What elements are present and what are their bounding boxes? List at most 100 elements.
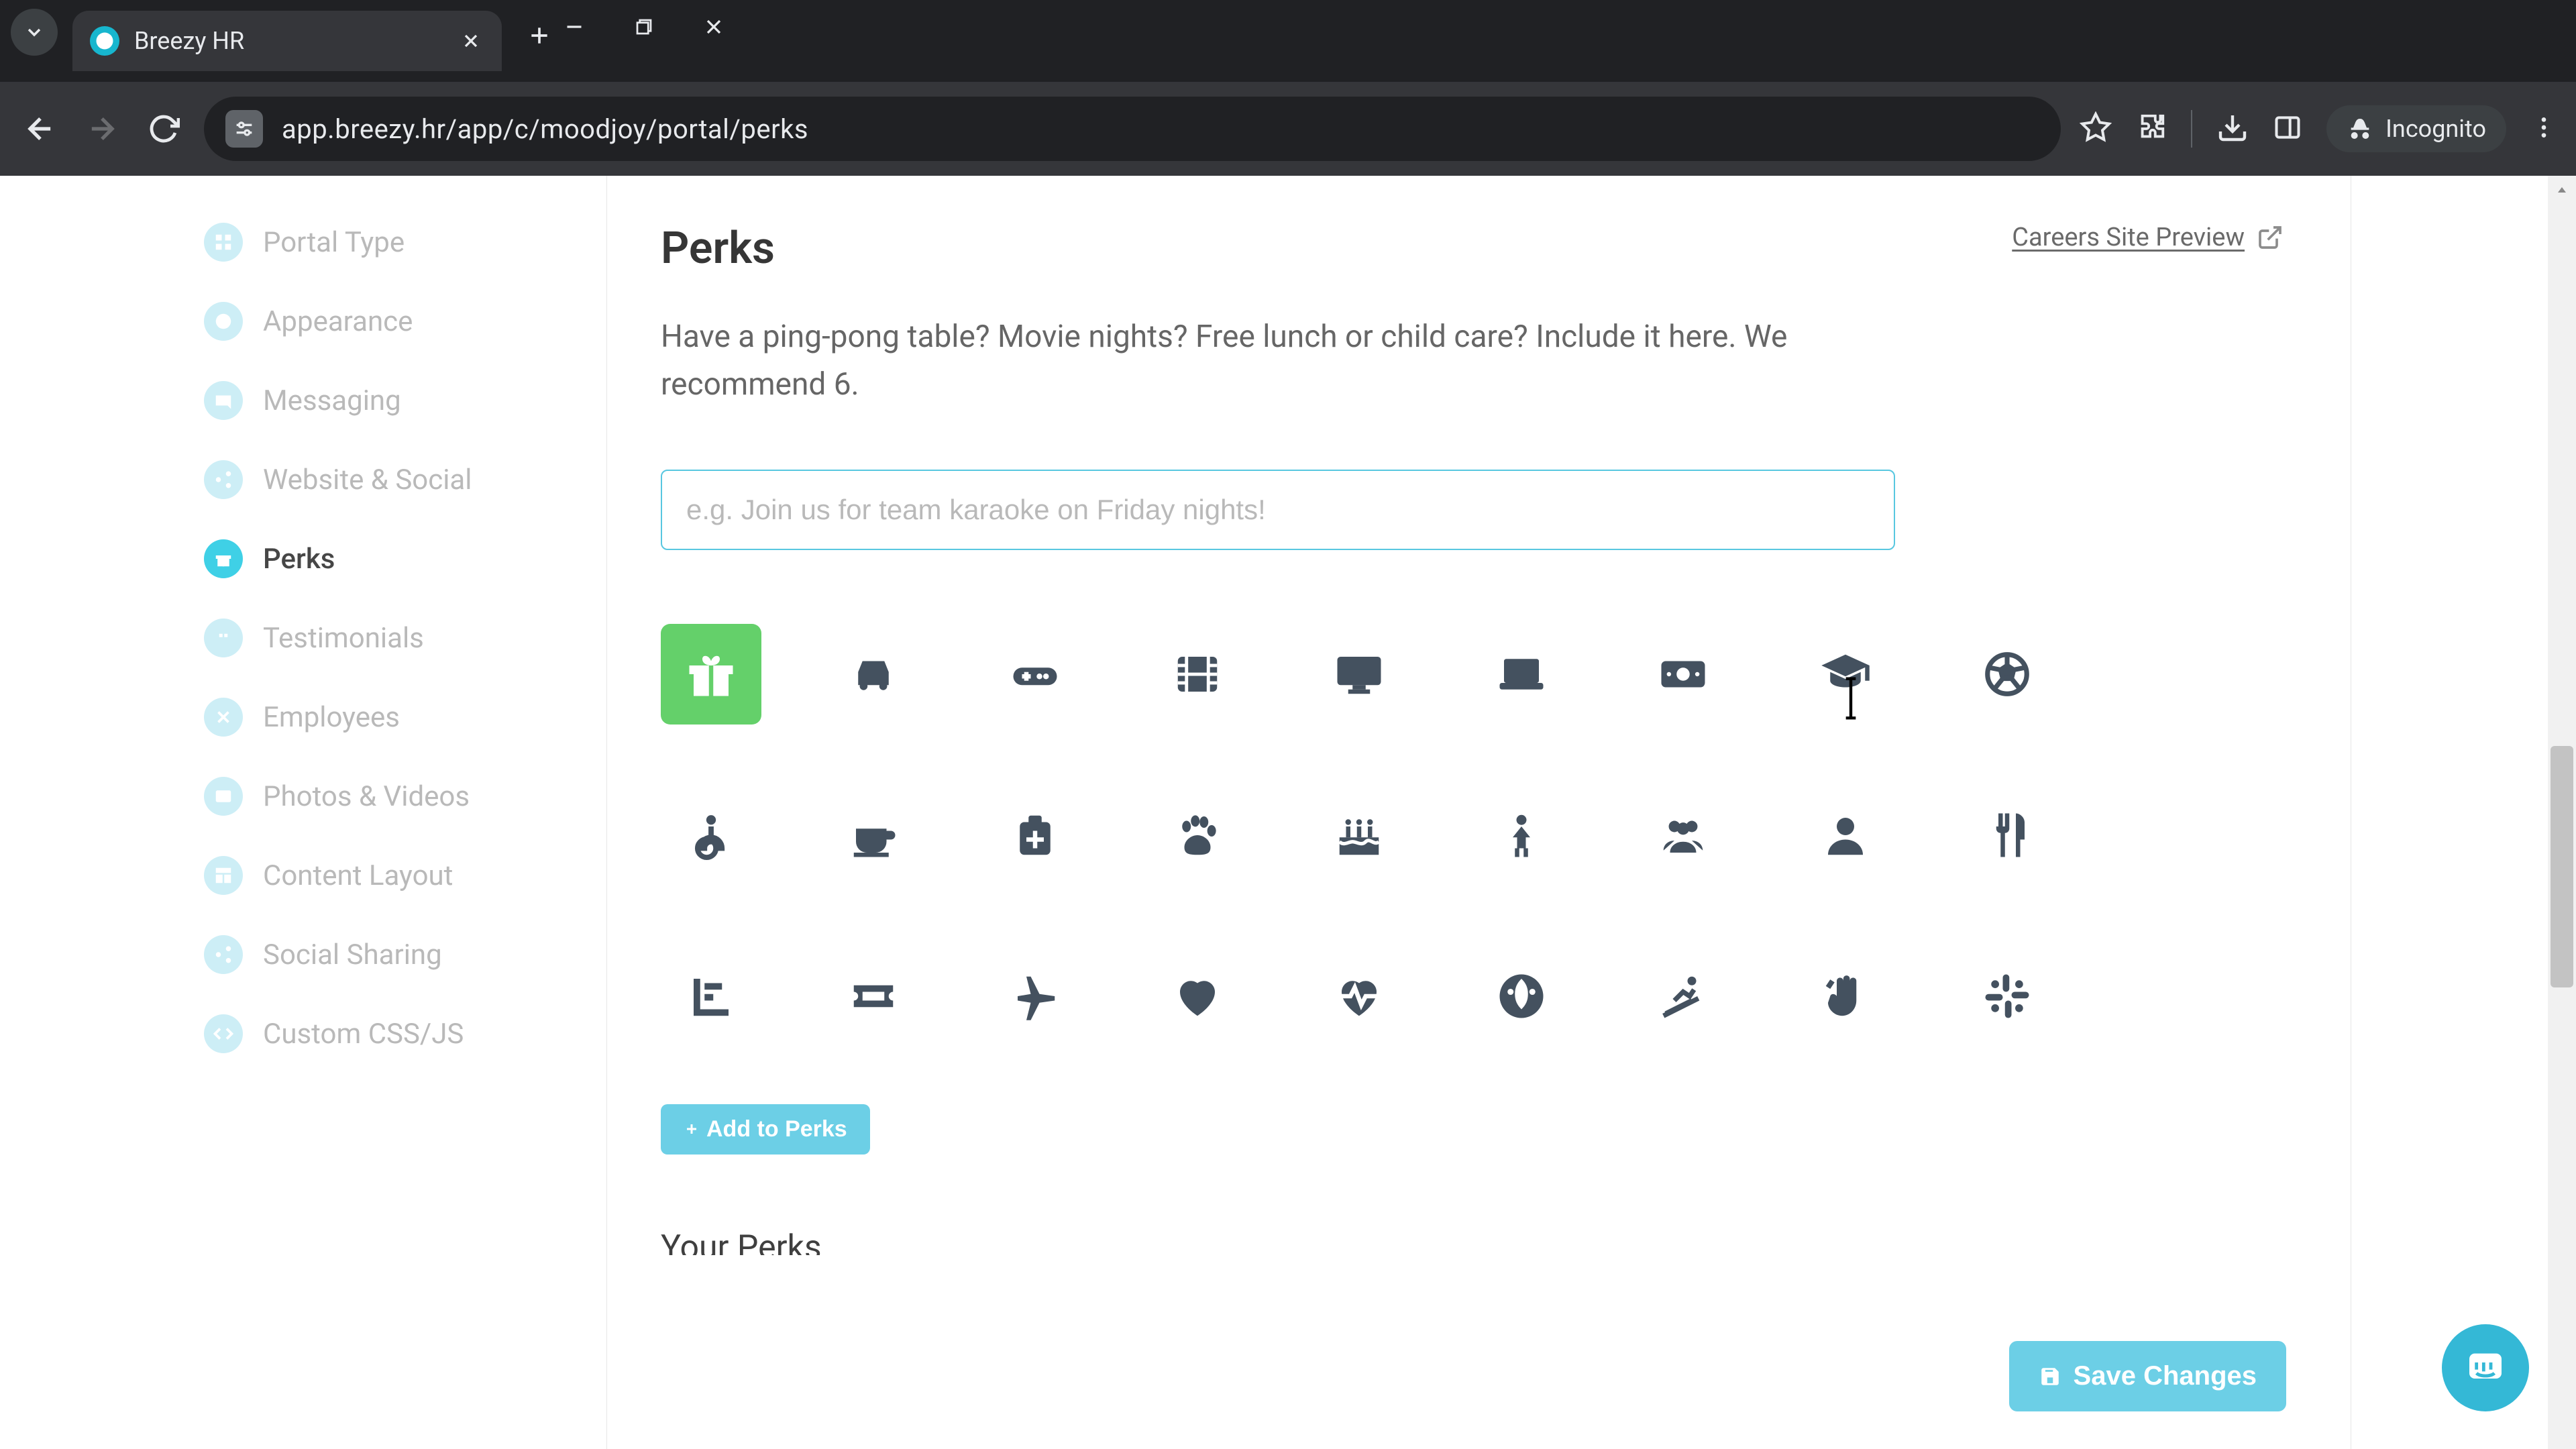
perk-icon-rebel[interactable] [1471,946,1572,1046]
back-button[interactable] [19,107,62,150]
sidebar-item-testimonials[interactable]: Testimonials [204,598,574,678]
sidebar-item-label: Social Sharing [263,938,442,971]
sidebar-item-label: Testimonials [263,622,424,655]
bookmark-button[interactable] [2080,111,2112,146]
chevron-down-icon [23,21,45,43]
text-cursor-icon [1836,676,1866,720]
sidebar: Portal Type Appearance Messaging Website… [201,176,607,1449]
sidepanel-icon [2273,113,2302,142]
sidebar-item-employees[interactable]: Employees [204,678,574,757]
sidepanel-button[interactable] [2273,113,2302,145]
page-title: Perks [661,223,775,274]
sidebar-item-messaging[interactable]: Messaging [204,361,574,440]
perk-icon-utensils[interactable] [1957,785,2057,885]
perk-icon-group[interactable] [1633,785,1733,885]
save-changes-button[interactable]: Save Changes [2009,1341,2286,1411]
close-icon [460,30,482,52]
save-button-label: Save Changes [2074,1361,2257,1391]
tab-title: Breezy HR [134,27,443,55]
sidebar-item-social-sharing[interactable]: Social Sharing [204,915,574,994]
reload-icon [148,113,180,145]
browser-titlebar: Breezy HR [0,0,2576,82]
sidebar-item-label: Website & Social [263,464,472,496]
perk-icon-medical[interactable] [985,785,1085,885]
perk-icon-coffee[interactable] [823,785,924,885]
add-to-perks-button[interactable]: Add to Perks [661,1104,870,1155]
vertical-scrollbar[interactable] [2548,176,2576,1449]
perk-icon-heartbeat[interactable] [1309,946,1409,1046]
sidebar-item-custom-css-js[interactable]: Custom CSS/JS [204,994,574,1073]
window-minimize-button[interactable] [559,12,589,42]
perk-icon-birthday[interactable] [1309,785,1409,885]
perk-icon-laptop[interactable] [1471,624,1572,724]
sidebar-item-portal-type[interactable]: Portal Type [204,203,574,282]
reload-button[interactable] [142,107,185,150]
x-icon [204,698,243,737]
perk-icon-paw[interactable] [1147,785,1248,885]
sidebar-item-appearance[interactable]: Appearance [204,282,574,361]
perk-icon-skiing[interactable] [1633,946,1733,1046]
forward-button[interactable] [80,107,123,150]
perk-icon-plane[interactable] [985,946,1085,1046]
perk-input[interactable] [661,470,1895,550]
sidebar-item-content-layout[interactable]: Content Layout [204,836,574,915]
perk-icon-child[interactable] [1471,785,1572,885]
perk-icon-heart[interactable] [1147,946,1248,1046]
breezy-favicon [90,26,119,56]
sidebar-item-label: Custom CSS/JS [263,1018,464,1051]
grid-icon [204,223,243,262]
address-bar[interactable]: app.breezy.hr/app/c/moodjoy/portal/perks [204,97,2061,161]
perk-icon-desktop[interactable] [1309,624,1409,724]
sidebar-item-label: Content Layout [263,859,453,892]
perk-icon-slack[interactable] [1957,946,2057,1046]
careers-site-preview-link[interactable]: Careers Site Preview [2012,223,2284,252]
plus-icon [684,1121,700,1137]
intercom-chat-button[interactable] [2442,1324,2529,1411]
sidebar-item-website-social[interactable]: Website & Social [204,440,574,519]
sidebar-item-label: Messaging [263,384,401,417]
perk-icon-money[interactable] [1633,624,1733,724]
sidebar-item-photos-videos[interactable]: Photos & Videos [204,757,574,836]
sidebar-item-perks[interactable]: Perks [204,519,574,598]
perk-icon-user[interactable] [1795,785,1896,885]
perk-icon-soccer[interactable] [1957,624,2057,724]
sidebar-item-label: Employees [263,701,400,734]
layout-icon [204,856,243,895]
site-controls-button[interactable] [225,110,263,148]
new-tab-button[interactable] [519,15,559,56]
perk-icon-chart[interactable] [661,946,761,1046]
page: Portal Type Appearance Messaging Website… [0,176,2576,1449]
window-close-button[interactable] [699,12,729,42]
url-text: app.breezy.hr/app/c/moodjoy/portal/perks [282,113,808,145]
add-button-label: Add to Perks [706,1116,847,1142]
perk-icon-accessibility[interactable] [661,785,761,885]
scroll-thumb[interactable] [2551,746,2573,987]
puzzle-icon [2136,112,2167,143]
tab-close-button[interactable] [458,28,484,54]
extensions-button[interactable] [2136,112,2167,146]
external-link-icon [2257,224,2284,251]
maximize-icon [634,17,654,37]
preview-label: Careers Site Preview [2012,223,2245,252]
image-icon [204,777,243,816]
tabs-dropdown-button[interactable] [11,9,58,56]
minimize-icon [562,15,586,39]
perk-icon-gift[interactable] [661,624,761,724]
perk-icon-car[interactable] [823,624,924,724]
browser-tab[interactable]: Breezy HR [72,11,502,71]
window-maximize-button[interactable] [629,12,659,42]
perk-icon-gamepad[interactable] [985,624,1085,724]
perk-icon-hand[interactable] [1795,946,1896,1046]
scroll-up-button[interactable] [2548,176,2576,204]
perk-icon-ticket[interactable] [823,946,924,1046]
incognito-badge[interactable]: Incognito [2326,105,2506,152]
perk-icon-film[interactable] [1147,624,1248,724]
message-icon [204,381,243,420]
kebab-icon [2530,114,2557,141]
main-content: Perks Careers Site Preview Have a ping-p… [607,176,2351,1449]
quote-icon [204,619,243,657]
your-perks-heading: Your Perks [661,1228,2284,1255]
browser-menu-button[interactable] [2530,114,2557,144]
downloads-button[interactable] [2216,111,2249,146]
toolbar-actions: Incognito [2080,105,2557,152]
